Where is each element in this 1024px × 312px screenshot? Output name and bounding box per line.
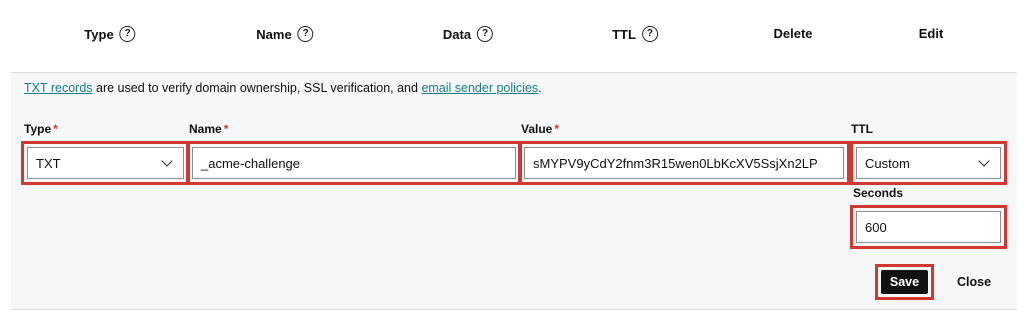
chevron-down-icon [161, 154, 173, 167]
txt-records-info: TXT records are used to verify domain ow… [24, 81, 542, 95]
type-select-value: TXT [36, 155, 61, 171]
name-input-highlight: _acme-challenge [186, 141, 522, 185]
column-delete-label: Delete [773, 26, 813, 41]
help-icon[interactable]: ? [297, 26, 314, 42]
column-data-label: Data [442, 26, 472, 42]
type-field-label: Type * [24, 122, 58, 136]
required-marker: * [53, 122, 58, 136]
column-header-edit: Edit [919, 26, 944, 41]
column-header-ttl: TTL ? [612, 26, 658, 42]
ttl-select[interactable]: Custom [856, 147, 1001, 179]
records-table-header: Type ? Name ? Data ? TTL ? Delete Edit [0, 0, 1024, 72]
column-header-data: Data ? [442, 26, 494, 42]
txt-records-link[interactable]: TXT records [24, 81, 93, 95]
seconds-field-label: Seconds [853, 186, 904, 200]
column-ttl-label: TTL [612, 26, 636, 42]
save-button[interactable]: Save [881, 270, 928, 294]
required-marker: * [554, 122, 560, 136]
column-header-delete: Delete [773, 26, 812, 41]
info-text-2: . [538, 81, 542, 95]
value-input[interactable]: sMYPV9yCdY2fnm3R15wen0LbKcXV5SsjXn2LP [524, 147, 844, 179]
type-select-highlight: TXT [21, 141, 190, 185]
column-edit-label: Edit [918, 26, 944, 41]
column-header-name: Name ? [256, 26, 314, 42]
value-input-highlight: sMYPV9yCdY2fnm3R15wen0LbKcXV5SsjXn2LP [518, 141, 850, 185]
help-icon[interactable]: ? [119, 26, 136, 42]
column-header-type: Type ? [84, 26, 136, 42]
close-button[interactable]: Close [957, 275, 991, 289]
column-name-label: Name [256, 26, 292, 42]
edit-record-panel: TXT records are used to verify domain ow… [11, 72, 1017, 310]
seconds-input[interactable]: 600 [856, 211, 1001, 243]
required-marker: * [223, 122, 229, 136]
info-text-1: are used to verify domain ownership, SSL… [92, 81, 422, 95]
email-sender-policies-link[interactable]: email sender policies [421, 81, 538, 95]
seconds-input-highlight: 600 [850, 205, 1007, 249]
column-type-label: Type [84, 26, 114, 42]
ttl-select-value: Custom [865, 155, 910, 171]
help-icon[interactable]: ? [477, 26, 494, 42]
save-button-highlight: Save [875, 264, 934, 300]
type-select[interactable]: TXT [27, 147, 184, 179]
value-field-label: Value * [521, 122, 560, 136]
name-input[interactable]: _acme-challenge [192, 147, 516, 179]
help-icon[interactable]: ? [641, 26, 658, 42]
ttl-select-highlight: Custom [850, 141, 1007, 185]
ttl-field-label: TTL [851, 122, 873, 136]
name-field-label: Name * [189, 122, 229, 136]
chevron-down-icon [978, 154, 990, 167]
